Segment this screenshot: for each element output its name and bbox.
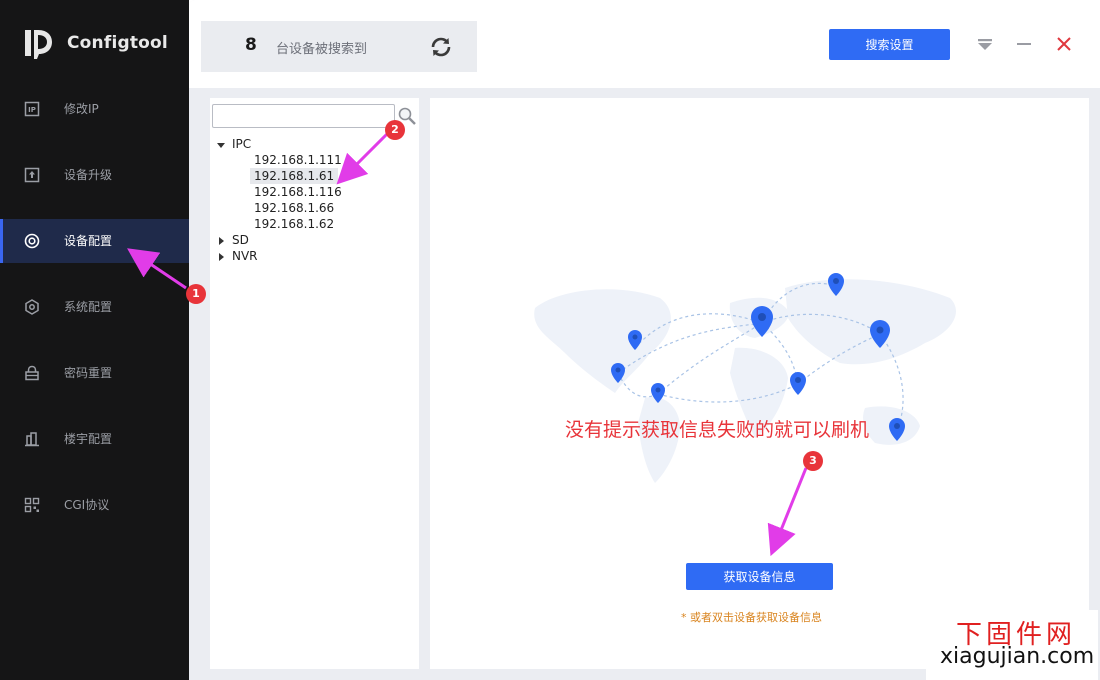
caret-right-icon <box>219 252 224 261</box>
sidebar-item-label: 系统配置 <box>64 300 113 314</box>
tree-node-ipc[interactable]: IPC <box>216 136 251 152</box>
search-settings-button[interactable]: 搜索设置 <box>829 29 950 60</box>
sidebar-item-password-reset[interactable]: 密码重置 <box>0 351 189 395</box>
sidebar-item-label: 密码重置 <box>64 366 113 380</box>
tree-device-item[interactable]: 192.168.1.62 <box>250 216 338 232</box>
app-title: Configtool <box>67 33 168 53</box>
tree-node-label: SD <box>232 233 249 247</box>
sidebar-item-cgi-protocol[interactable]: CGI协议 <box>0 483 189 527</box>
sidebar-item-modify-ip[interactable]: IP 修改IP <box>0 87 189 131</box>
device-tree-panel: IPC 192.168.1.111 192.168.1.61 192.168.1… <box>210 98 419 669</box>
sidebar-item-label: 修改IP <box>64 102 99 116</box>
device-count-label: 台设备被搜索到 <box>276 42 368 57</box>
tree-node-nvr[interactable]: NVR <box>216 248 258 264</box>
device-info-panel: 获取设备信息 * 或者双击设备获取设备信息 <box>430 98 1089 669</box>
app-logo: Configtool <box>22 26 168 60</box>
tree-node-label: NVR <box>232 249 258 263</box>
sidebar-item-label: 设备升级 <box>64 168 113 182</box>
world-map-illustration <box>534 273 956 483</box>
main-area: 8 台设备被搜索到 搜索设置 IPC 192.168.1.111 192.168… <box>189 0 1100 680</box>
close-icon[interactable] <box>1055 35 1073 53</box>
sidebar-item-building-config[interactable]: 楼宇配置 <box>0 417 189 461</box>
sidebar-item-label: 设备配置 <box>64 234 113 248</box>
caret-right-icon <box>219 236 224 245</box>
minimize-icon[interactable] <box>1015 35 1033 53</box>
caret-down-icon <box>217 142 225 148</box>
tree-device-item[interactable]: 192.168.1.66 <box>250 200 338 216</box>
tree-device-item[interactable]: 192.168.1.111 <box>250 152 346 168</box>
lock-icon <box>25 365 39 381</box>
top-bar: 8 台设备被搜索到 搜索设置 <box>189 0 1100 88</box>
device-count: 8 <box>245 35 257 55</box>
tree-device-item[interactable]: 192.168.1.116 <box>250 184 346 200</box>
tree-node-label: IPC <box>232 137 252 151</box>
sidebar: Configtool IP 修改IP 设备升级 设备配置 系统配置 密码重置 楼… <box>0 0 189 680</box>
sidebar-item-system-config[interactable]: 系统配置 <box>0 285 189 329</box>
search-icon[interactable] <box>397 106 417 126</box>
dropdown-menu-icon[interactable] <box>976 35 994 53</box>
sidebar-item-label: CGI协议 <box>64 498 110 512</box>
target-icon <box>24 233 40 249</box>
sidebar-item-device-config[interactable]: 设备配置 <box>0 219 189 263</box>
device-count-box: 8 台设备被搜索到 <box>201 21 477 72</box>
tree-device-item-selected[interactable]: 192.168.1.61 <box>250 168 339 184</box>
get-device-info-button[interactable]: 获取设备信息 <box>686 563 833 590</box>
hexagon-gear-icon <box>25 299 39 315</box>
tree-node-sd[interactable]: SD <box>216 232 249 248</box>
sidebar-item-device-upgrade[interactable]: 设备升级 <box>0 153 189 197</box>
configtool-logo-icon <box>25 30 52 59</box>
sidebar-item-label: 楼宇配置 <box>64 432 113 446</box>
upload-icon <box>24 167 40 183</box>
refresh-icon[interactable] <box>429 35 453 59</box>
ip-icon: IP <box>24 101 40 117</box>
svg-text:IP: IP <box>28 106 36 114</box>
qr-code-icon <box>24 497 40 513</box>
double-click-hint: * 或者双击设备获取设备信息 <box>681 611 822 624</box>
building-icon <box>25 432 39 447</box>
device-search-input[interactable] <box>212 104 395 128</box>
